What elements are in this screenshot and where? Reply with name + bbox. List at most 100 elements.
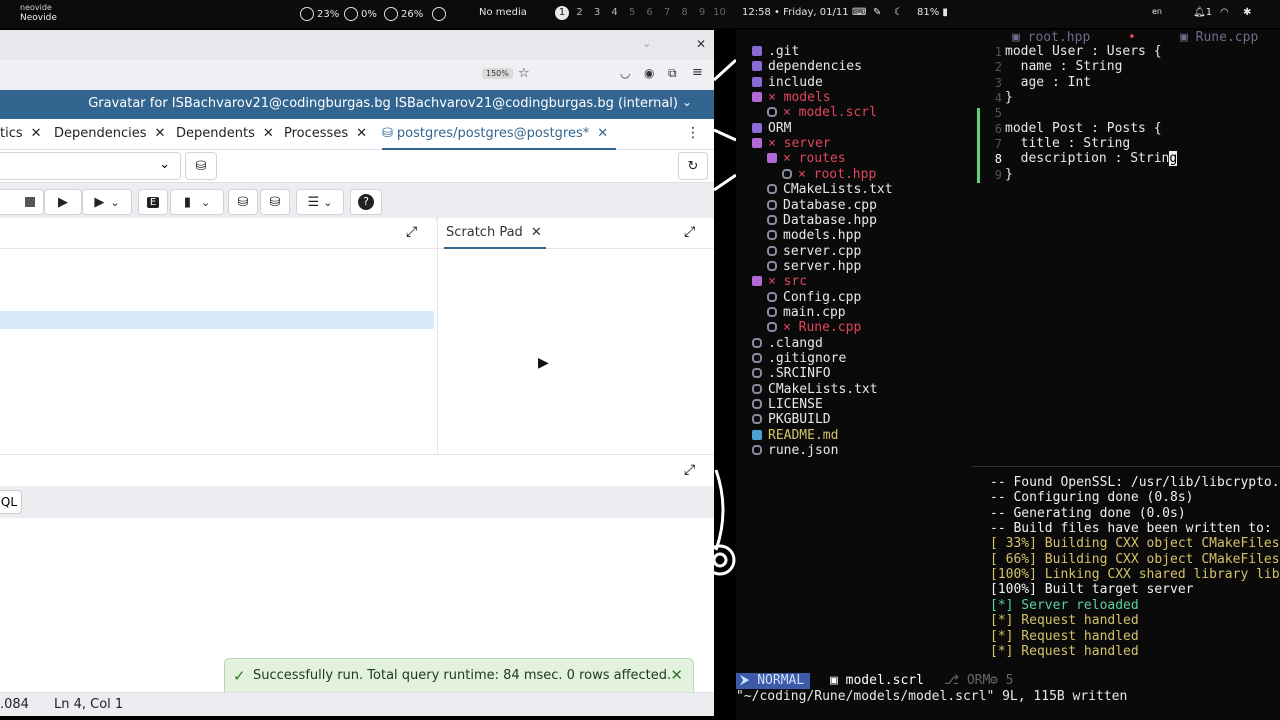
query-editor[interactable] (0, 249, 436, 454)
expand-icon[interactable]: ⤢ (406, 224, 417, 240)
tree-item[interactable]: server.hpp (767, 259, 861, 274)
tree-item[interactable]: × Rune.cpp (767, 320, 861, 335)
tree-item[interactable]: × model.scrl (767, 105, 877, 120)
tree-item[interactable]: Database.hpp (767, 213, 877, 228)
execute-button[interactable]: ▶ (44, 189, 82, 215)
workspace-10[interactable]: 10 (713, 6, 727, 20)
bluetooth-icon[interactable]: ✱ (1243, 7, 1251, 18)
tree-item[interactable]: PKGBUILD (752, 412, 831, 427)
line-number: 4 (994, 91, 1002, 106)
moon-icon[interactable]: ☾ (894, 7, 903, 18)
bookmark-star-icon[interactable]: ☆ (518, 66, 530, 81)
tree-item[interactable]: × src (752, 274, 807, 289)
tree-item[interactable]: × routes (767, 151, 846, 166)
rollback-button[interactable]: ⛁ (260, 189, 290, 215)
tree-item[interactable]: models.hpp (767, 228, 861, 243)
workspace-7[interactable]: 7 (660, 6, 674, 20)
sql-button[interactable]: QL (0, 490, 22, 514)
tab-dependents[interactable]: Dependents ✕ (176, 126, 274, 141)
folder-icon (752, 46, 762, 56)
zoom-level[interactable]: 150% (482, 68, 513, 79)
tree-item[interactable]: × server (752, 136, 831, 151)
tree-item[interactable]: .SRCINFO (752, 366, 831, 381)
scratch-pad[interactable]: ▶ (437, 249, 714, 454)
buffer-tab-root[interactable]: ▣ root.hpp (1012, 30, 1090, 45)
buffer-tab-rune[interactable]: ▣ Rune.cpp (1180, 30, 1258, 45)
tab-query-tool[interactable]: ⛁ postgres/postgres@postgres* ✕ (382, 126, 617, 150)
tree-item[interactable]: Config.cpp (767, 290, 861, 305)
account-icon[interactable]: ◉ (644, 66, 654, 80)
tab-dependencies[interactable]: Dependencies ✕ (54, 126, 165, 141)
workspace-5[interactable]: 5 (625, 6, 639, 20)
close-icon[interactable]: ✕ (31, 126, 42, 141)
close-window-icon[interactable]: ✕ (696, 37, 706, 51)
tree-item[interactable]: × models (752, 90, 831, 105)
tree-item[interactable]: CMakeLists.txt (752, 382, 878, 397)
more-options-icon[interactable]: ⋮ (686, 125, 700, 141)
media-play-icon[interactable] (432, 7, 449, 21)
tree-item[interactable]: Database.cpp (767, 198, 877, 213)
chevron-down-icon[interactable]: ⌄ (642, 37, 651, 50)
tree-item[interactable]: server.cpp (767, 244, 861, 259)
close-icon[interactable]: ✕ (597, 126, 608, 141)
close-icon[interactable]: ✕ (155, 126, 166, 141)
wifi-icon[interactable]: ◠ (1220, 7, 1229, 18)
tree-item[interactable]: rune.json (752, 443, 838, 458)
tree-item[interactable]: .git (752, 44, 799, 59)
tree-item[interactable]: × root.hpp (782, 167, 876, 182)
url-bar[interactable]: 150% ☆ ◡ ◉ ⧉ ≡ (0, 60, 714, 91)
workspace-9[interactable]: 9 (695, 6, 709, 20)
tree-item[interactable]: CMakeLists.txt (767, 182, 893, 197)
execute-options-button[interactable]: ▶︎ ⌄ (82, 189, 132, 215)
connection-select[interactable]: ⌄ (0, 152, 181, 180)
workspace-4[interactable]: 4 (608, 6, 622, 20)
tree-item[interactable]: README.md (752, 428, 838, 443)
chevron-down-icon: ⌄ (159, 157, 170, 172)
extensions-icon[interactable]: ⧉ (668, 66, 677, 81)
tree-item[interactable]: dependencies (752, 59, 862, 74)
chevron-down-icon[interactable]: ⌄ (682, 95, 692, 109)
explain-button[interactable]: E (138, 189, 168, 215)
help-button[interactable]: ? (350, 189, 382, 215)
stop-button[interactable] (0, 189, 44, 215)
commit-button[interactable]: ⛁ (228, 189, 258, 215)
refresh-button[interactable]: ↻ (678, 152, 708, 180)
close-icon[interactable]: ✕ (670, 666, 683, 684)
menu-icon[interactable]: ≡ (692, 65, 703, 80)
neovim-window: ▣ root.hpp • ▣ Rune.cpp .git dependencies… (736, 30, 1280, 720)
file-icon: ▣ (830, 673, 846, 688)
tree-item[interactable]: main.cpp (767, 305, 846, 320)
tree-item[interactable]: ORM (752, 121, 791, 136)
folder-icon (767, 153, 777, 164)
database-button[interactable]: ⛁ (185, 152, 217, 180)
terminal-pane[interactable]: -- Found OpenSSL: /usr/lib/libcrypto.s --… (972, 466, 1280, 679)
expand-icon[interactable]: ⤢ (684, 224, 695, 240)
tab-processes[interactable]: Processes ✕ (284, 126, 367, 141)
workspace-1[interactable]: 1 (555, 6, 569, 20)
pen-icon[interactable]: ✎ (873, 7, 881, 18)
tree-item[interactable]: include (752, 75, 823, 90)
tree-item[interactable]: .clangd (752, 336, 823, 351)
terminal-line: -- Build files have been written to: / (990, 521, 1280, 537)
workspace-3[interactable]: 3 (590, 6, 604, 20)
tab-scratch-pad[interactable]: Scratch Pad ✕ (444, 225, 546, 249)
user-menu[interactable]: Gravatar for ISBachvarov21@codingburgas.… (88, 96, 678, 111)
workspace-6[interactable]: 6 (643, 6, 657, 20)
tree-item[interactable]: .gitignore (752, 351, 846, 366)
language-indicator[interactable]: en (1152, 7, 1162, 16)
macros-button[interactable]: ☰ ⌄ (296, 189, 344, 215)
explain-analyze-button[interactable]: ▮ ⌄ (170, 189, 224, 215)
tree-item[interactable]: LICENSE (752, 397, 823, 412)
git-modified-icon: × (768, 136, 784, 152)
close-icon[interactable]: ✕ (263, 126, 274, 141)
close-icon[interactable]: ✕ (356, 126, 367, 141)
notification-indicator[interactable]: 🔔︎1 (1193, 7, 1212, 18)
toast-message: Successfully run. Total query runtime: 8… (253, 668, 672, 683)
expand-icon[interactable]: ⤢ (684, 462, 695, 478)
tab-statistics[interactable]: tics ✕ (0, 126, 42, 141)
keyboard-icon[interactable]: ⌨ (852, 7, 866, 18)
pocket-icon[interactable]: ◡ (620, 66, 630, 80)
close-icon[interactable]: ✕ (531, 225, 542, 240)
workspace-2[interactable]: 2 (573, 6, 587, 20)
workspace-8[interactable]: 8 (678, 6, 692, 20)
